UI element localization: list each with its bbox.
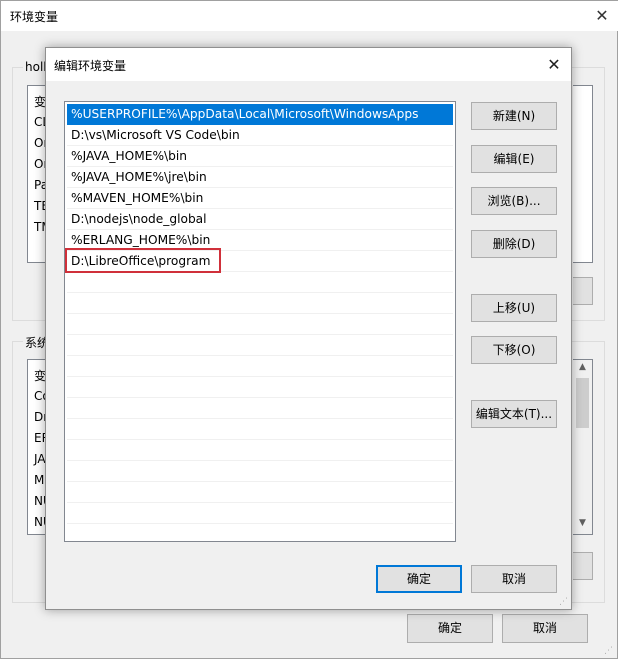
edit-environment-variable-dialog: 编辑环境变量 ✕ %USERPROFILE%\AppData\Local\Mic…: [45, 47, 572, 610]
user-list-edge: [573, 85, 593, 263]
system-list-scrollbar[interactable]: ▲ ▼: [573, 359, 593, 535]
empty-row[interactable]: [67, 335, 453, 356]
env-cancel-button[interactable]: 取消: [502, 614, 588, 643]
path-row[interactable]: D:\vs\Microsoft VS Code\bin: [67, 125, 453, 146]
dialog-titlebar: 编辑环境变量 ✕: [46, 48, 571, 81]
window-titlebar: 环境变量 ✕: [1, 1, 618, 31]
ok-button[interactable]: 确定: [376, 565, 462, 593]
path-list[interactable]: %USERPROFILE%\AppData\Local\Microsoft\Wi…: [64, 101, 456, 542]
move-up-button[interactable]: 上移(U): [471, 294, 557, 322]
edit-text-button[interactable]: 编辑文本(T)...: [471, 400, 557, 428]
empty-row[interactable]: [67, 503, 453, 524]
path-row[interactable]: %JAVA_HOME%\jre\bin: [67, 167, 453, 188]
dialog-title: 编辑环境变量: [54, 59, 127, 73]
empty-row[interactable]: [67, 314, 453, 335]
close-icon[interactable]: ✕: [591, 5, 613, 27]
scroll-thumb[interactable]: [576, 378, 589, 428]
path-row[interactable]: %MAVEN_HOME%\bin: [67, 188, 453, 209]
move-down-button[interactable]: 下移(O): [471, 336, 557, 364]
scroll-down-icon[interactable]: ▼: [573, 518, 592, 532]
window-title: 环境变量: [10, 10, 59, 24]
list-item[interactable]: M: [34, 473, 44, 487]
resize-grip-icon[interactable]: ⋰: [604, 646, 613, 656]
empty-row[interactable]: [67, 272, 453, 293]
list-item[interactable]: JA: [34, 452, 46, 466]
empty-row[interactable]: [67, 377, 453, 398]
empty-row[interactable]: [67, 398, 453, 419]
env-ok-button[interactable]: 确定: [407, 614, 493, 643]
cancel-button[interactable]: 取消: [471, 565, 557, 593]
close-icon[interactable]: ✕: [542, 53, 566, 77]
path-row[interactable]: %USERPROFILE%\AppData\Local\Microsoft\Wi…: [67, 104, 453, 125]
empty-row[interactable]: [67, 461, 453, 482]
empty-row[interactable]: [67, 293, 453, 314]
resize-grip-icon[interactable]: ⋰: [559, 597, 568, 607]
new-button[interactable]: 新建(N): [471, 102, 557, 130]
empty-row[interactable]: [67, 440, 453, 461]
user-button-edge[interactable]: [573, 277, 593, 305]
browse-button[interactable]: 浏览(B)...: [471, 187, 557, 215]
scroll-up-icon[interactable]: ▲: [573, 362, 592, 376]
system-button-edge[interactable]: [573, 552, 593, 580]
path-row[interactable]: %JAVA_HOME%\bin: [67, 146, 453, 167]
empty-row[interactable]: [67, 482, 453, 503]
empty-row[interactable]: [67, 419, 453, 440]
edit-button[interactable]: 编辑(E): [471, 145, 557, 173]
empty-row[interactable]: [67, 356, 453, 377]
path-row[interactable]: D:\nodejs\node_global: [67, 209, 453, 230]
delete-button[interactable]: 删除(D): [471, 230, 557, 258]
highlight-annotation-box: [65, 248, 221, 273]
